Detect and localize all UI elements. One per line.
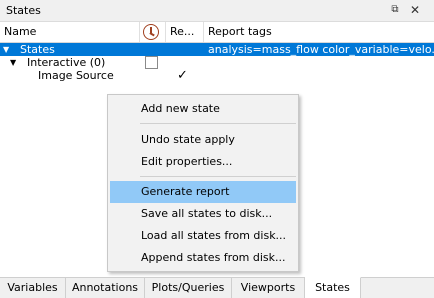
tree-row-image-source[interactable]: Image Source ✓	[0, 69, 434, 82]
report-tags-value: analysis=mass_flow color_variable=velo..…	[208, 43, 434, 56]
menu-item-generate-report[interactable]: Generate report	[110, 181, 296, 203]
panel-title: States	[6, 4, 41, 17]
column-header-name[interactable]: Name	[0, 22, 140, 42]
tree-header: Name Re... Report tags	[0, 22, 434, 43]
context-menu: Add new state Undo state apply Edit prop…	[107, 94, 299, 272]
tab-variables[interactable]: Variables	[0, 278, 66, 298]
bottom-tab-bar: Variables Annotations Plots/Queries View…	[0, 277, 434, 298]
menu-item-save-all-states[interactable]: Save all states to disk...	[110, 203, 296, 225]
report-checkmark-icon[interactable]: ✓	[177, 69, 188, 82]
tab-plots-queries[interactable]: Plots/Queries	[145, 278, 232, 298]
menu-item-undo-state-apply[interactable]: Undo state apply	[110, 129, 296, 151]
tree-row-states[interactable]: ▼ States analysis=mass_flow color_variab…	[0, 43, 434, 56]
tab-viewports[interactable]: Viewports	[232, 278, 305, 298]
column-header-report[interactable]: Re...	[166, 22, 204, 42]
menu-separator	[140, 123, 296, 124]
menu-item-add-new-state[interactable]: Add new state	[110, 98, 296, 120]
tree-label-image-source: Image Source	[38, 69, 114, 82]
tab-annotations[interactable]: Annotations	[66, 278, 145, 298]
column-header-report-tags[interactable]: Report tags	[204, 22, 434, 42]
menu-item-load-all-states[interactable]: Load all states from disk...	[110, 225, 296, 247]
close-icon[interactable]: ✕	[408, 3, 422, 17]
checkbox-interactive[interactable]	[145, 56, 158, 69]
tree-label-interactive: Interactive (0)	[27, 56, 106, 69]
clock-icon	[143, 24, 159, 40]
tree-label-states: States	[20, 43, 55, 56]
tab-states[interactable]: States	[305, 277, 361, 298]
tree-row-interactive[interactable]: ▼ Interactive (0)	[0, 56, 434, 69]
panel-title-bar: States ⧉ ✕	[0, 0, 434, 22]
menu-item-edit-properties[interactable]: Edit properties...	[110, 151, 296, 173]
menu-item-append-states[interactable]: Append states from disk...	[110, 247, 296, 269]
collapse-arrow-icon[interactable]: ▼	[3, 43, 9, 56]
float-window-icon[interactable]: ⧉	[388, 3, 402, 17]
column-header-clock[interactable]	[140, 22, 166, 42]
collapse-arrow-icon[interactable]: ▼	[10, 56, 16, 69]
menu-separator	[140, 176, 296, 177]
